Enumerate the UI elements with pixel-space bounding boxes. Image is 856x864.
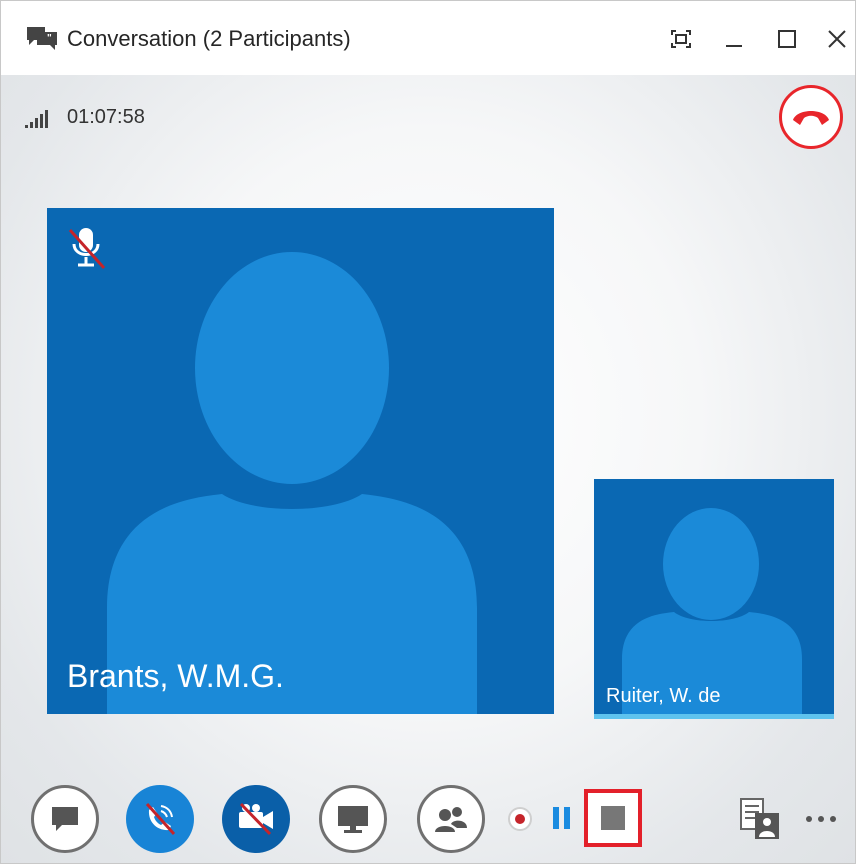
more-options-button[interactable] bbox=[797, 801, 845, 837]
svg-text:": " bbox=[47, 33, 52, 44]
recording-indicator bbox=[508, 807, 532, 831]
active-speaker-indicator bbox=[594, 714, 834, 719]
avatar-placeholder bbox=[107, 252, 477, 714]
fullscreen-button[interactable] bbox=[661, 21, 701, 57]
maximize-button[interactable] bbox=[767, 21, 807, 57]
minimize-button[interactable] bbox=[714, 21, 754, 57]
record-icon bbox=[515, 814, 525, 824]
participants-button[interactable] bbox=[417, 785, 485, 853]
audio-muted-icon bbox=[145, 802, 176, 836]
present-icon bbox=[338, 806, 368, 833]
hang-up-button[interactable] bbox=[779, 85, 843, 149]
participants-icon bbox=[435, 807, 467, 832]
conversation-window: " Conversation (2 Participants) 01:07:58… bbox=[0, 0, 856, 864]
minimize-icon bbox=[726, 45, 742, 47]
close-icon bbox=[828, 30, 846, 48]
stop-icon bbox=[601, 806, 625, 830]
im-button[interactable] bbox=[31, 785, 99, 853]
more-icon bbox=[806, 816, 812, 822]
video-off-icon bbox=[239, 802, 273, 836]
participant-name: Brants, W.M.G. bbox=[67, 658, 284, 694]
im-icon bbox=[52, 807, 78, 831]
avatar-placeholder bbox=[622, 508, 802, 719]
pause-recording-button[interactable] bbox=[546, 802, 576, 834]
fullscreen-icon bbox=[671, 30, 691, 48]
mic-muted-icon bbox=[68, 228, 106, 270]
pause-icon bbox=[552, 807, 559, 829]
participant-tile-main[interactable]: Brants, W.M.G. bbox=[47, 208, 554, 714]
content-view-icon[interactable] bbox=[739, 797, 781, 841]
conversation-icon: " bbox=[27, 27, 57, 50]
participant-tile-self[interactable]: Ruiter, W. de bbox=[594, 479, 834, 719]
mute-audio-button[interactable] bbox=[126, 785, 194, 853]
window-title: Conversation (2 Participants) bbox=[67, 26, 351, 51]
signal-strength-icon bbox=[25, 110, 48, 128]
video-button[interactable] bbox=[222, 785, 290, 853]
stop-recording-button[interactable] bbox=[584, 789, 642, 847]
hang-up-icon bbox=[793, 111, 829, 125]
participant-name: Ruiter, W. de bbox=[606, 685, 721, 707]
maximize-icon bbox=[778, 30, 796, 48]
close-button[interactable] bbox=[817, 21, 855, 57]
present-button[interactable] bbox=[319, 785, 387, 853]
title-bar: " Conversation (2 Participants) bbox=[1, 1, 855, 75]
call-duration: 01:07:58 bbox=[67, 106, 145, 128]
